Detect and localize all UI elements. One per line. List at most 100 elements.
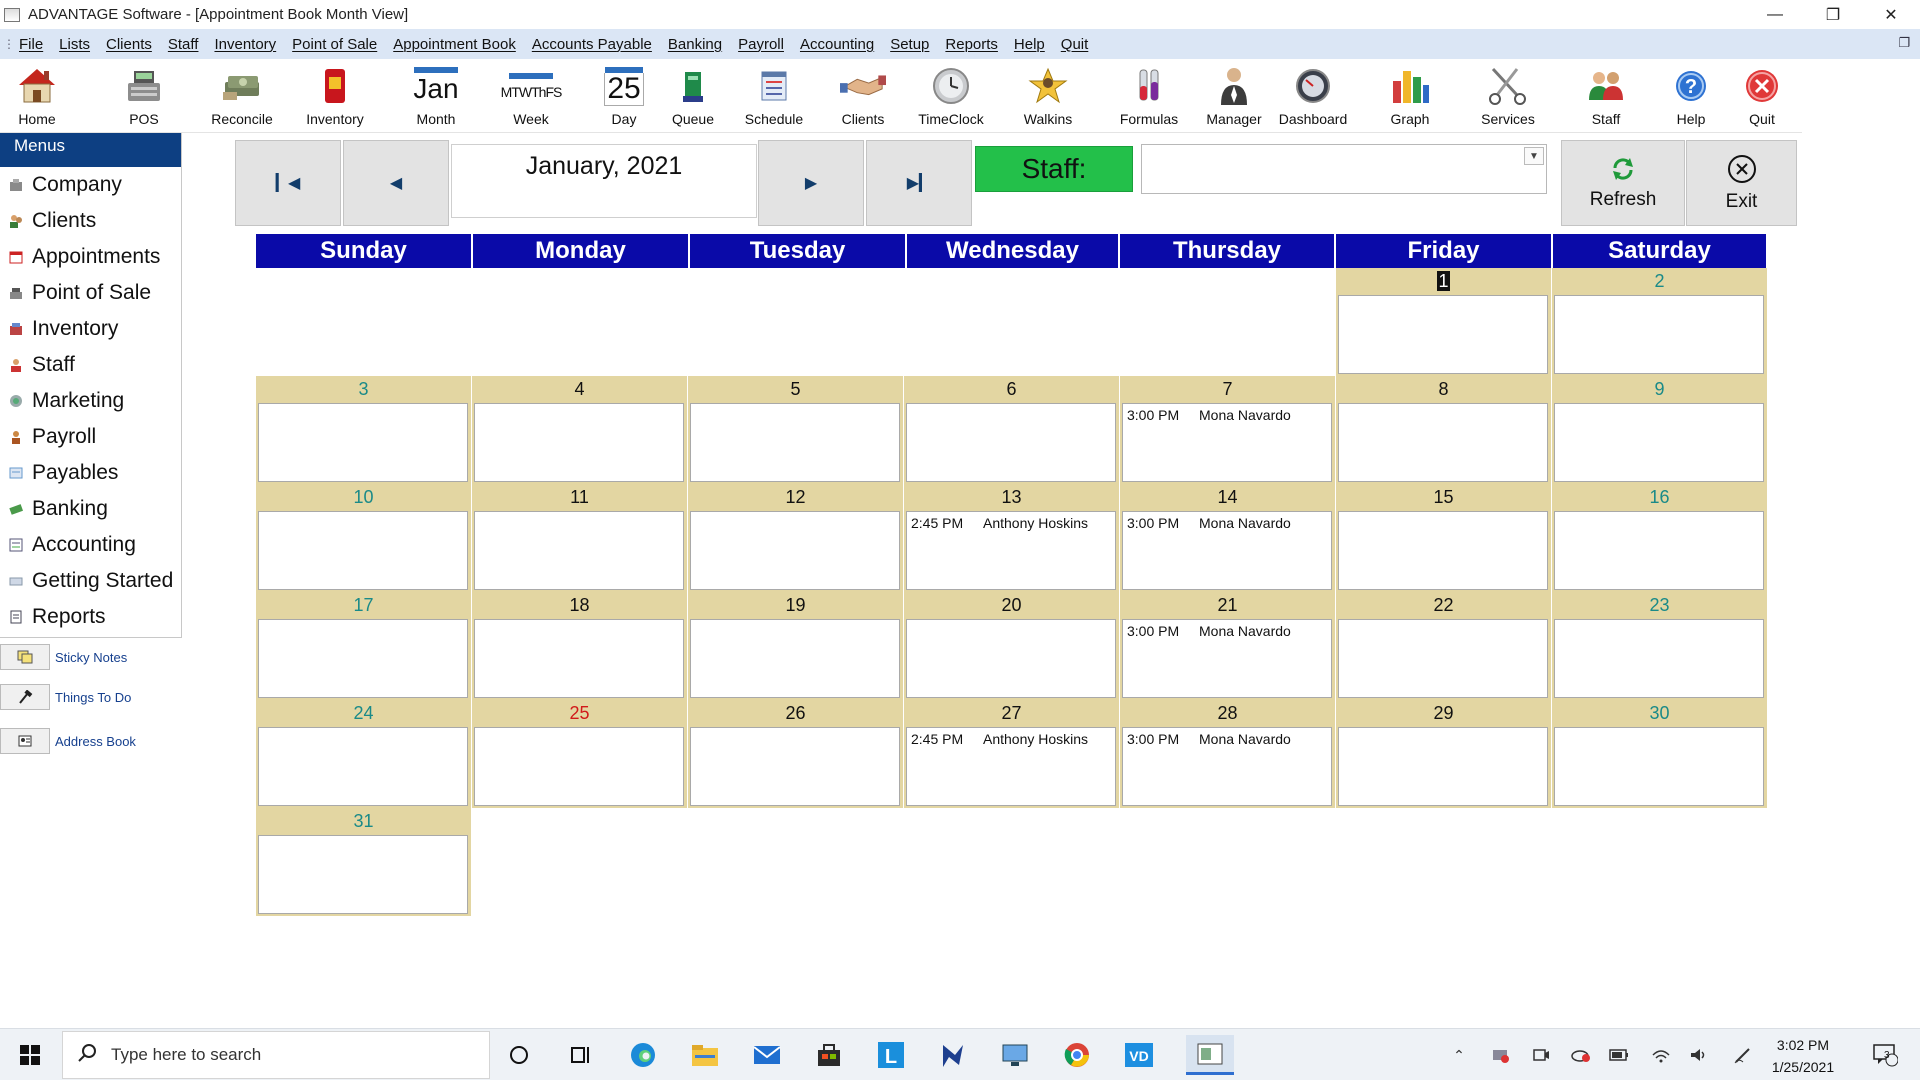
- day-appointments-area[interactable]: [690, 403, 900, 482]
- sidebar-item-getting-started[interactable]: Getting Started: [0, 563, 180, 599]
- sidebar-item-payroll[interactable]: Payroll: [0, 419, 180, 455]
- day-appointments-area[interactable]: [906, 619, 1116, 698]
- day-appointments-area[interactable]: 3:00 PM Mona Navardo: [1122, 403, 1332, 482]
- menu-reports[interactable]: Reports: [937, 36, 1006, 53]
- day-appointments-area[interactable]: [474, 511, 684, 590]
- taskbar-search-input[interactable]: Type here to search: [62, 1031, 490, 1079]
- toolbar-staff-button[interactable]: Staff: [1561, 63, 1651, 131]
- menu-quit[interactable]: Quit: [1053, 36, 1097, 53]
- day-appointments-area[interactable]: [1338, 727, 1548, 806]
- maximize-button[interactable]: ❐: [1804, 0, 1862, 29]
- calendar-day-cell[interactable]: 5: [688, 376, 903, 484]
- menu-staff[interactable]: Staff: [160, 36, 207, 53]
- day-number[interactable]: 24: [256, 700, 471, 727]
- sidebar-item-accounting[interactable]: Accounting: [0, 527, 180, 563]
- day-appointments-area[interactable]: [1338, 511, 1548, 590]
- day-appointments-area[interactable]: [474, 619, 684, 698]
- toolbar-dashboard-button[interactable]: Dashboard: [1268, 63, 1358, 131]
- day-number[interactable]: 21: [1120, 592, 1335, 619]
- day-number[interactable]: 7: [1120, 376, 1335, 403]
- appointment-entry[interactable]: 2:45 PM Anthony Hoskins: [907, 512, 1115, 532]
- day-number[interactable]: 31: [256, 808, 471, 835]
- day-appointments-area[interactable]: [1554, 727, 1764, 806]
- day-number[interactable]: 23: [1552, 592, 1767, 619]
- calendar-day-cell[interactable]: 16: [1552, 484, 1767, 592]
- menu-help[interactable]: Help: [1006, 36, 1053, 53]
- day-appointments-area[interactable]: [258, 511, 468, 590]
- calendar-day-cell[interactable]: 23: [1552, 592, 1767, 700]
- menu-accounting[interactable]: Accounting: [792, 36, 882, 53]
- toolbar-formulas-button[interactable]: Formulas: [1104, 63, 1194, 131]
- calendar-day-cell[interactable]: 21 3:00 PM Mona Navardo: [1120, 592, 1335, 700]
- next-month-button[interactable]: ▶: [758, 140, 864, 226]
- day-number[interactable]: 13: [904, 484, 1119, 511]
- day-number[interactable]: 1: [1336, 268, 1551, 295]
- toolbar-walkins-button[interactable]: Walkins: [1003, 63, 1093, 131]
- day-appointments-area[interactable]: [1338, 295, 1548, 374]
- day-appointments-area[interactable]: 2:45 PM Anthony Hoskins: [906, 727, 1116, 806]
- mail-icon[interactable]: [751, 1039, 783, 1071]
- calendar-day-cell[interactable]: 31: [256, 808, 471, 916]
- toolbar-clients-button[interactable]: Clients: [818, 63, 908, 131]
- sidebar-item-inventory[interactable]: Inventory: [0, 311, 180, 347]
- day-appointments-area[interactable]: [1338, 619, 1548, 698]
- menu-inventory[interactable]: Inventory: [206, 36, 284, 53]
- calendar-day-cell[interactable]: 15: [1336, 484, 1551, 592]
- calendar-day-cell[interactable]: 22: [1336, 592, 1551, 700]
- calendar-day-cell[interactable]: 27 2:45 PM Anthony Hoskins: [904, 700, 1119, 808]
- sidebar-item-reports[interactable]: Reports: [0, 599, 180, 635]
- day-appointments-area[interactable]: 3:00 PM Mona Navardo: [1122, 511, 1332, 590]
- calendar-day-cell[interactable]: 12: [688, 484, 903, 592]
- restore-child-icon[interactable]: ❐: [1898, 35, 1910, 51]
- calendar-day-cell[interactable]: 11: [472, 484, 687, 592]
- calendar-day-cell[interactable]: 6: [904, 376, 1119, 484]
- day-number[interactable]: 25: [472, 700, 687, 727]
- advantage-app-taskbar-icon[interactable]: [1186, 1035, 1234, 1075]
- day-number[interactable]: 12: [688, 484, 903, 511]
- day-number[interactable]: 6: [904, 376, 1119, 403]
- toolbar-manager-button[interactable]: Manager: [1189, 63, 1279, 131]
- day-number[interactable]: 17: [256, 592, 471, 619]
- windows-start-icon[interactable]: [14, 1039, 46, 1071]
- menu-appointment-book[interactable]: Appointment Book: [385, 36, 524, 53]
- day-number[interactable]: 20: [904, 592, 1119, 619]
- day-number[interactable]: 29: [1336, 700, 1551, 727]
- chevron-down-icon[interactable]: ▼: [1524, 147, 1544, 165]
- tray-wifi-icon[interactable]: [1650, 1045, 1672, 1065]
- day-number[interactable]: 3: [256, 376, 471, 403]
- day-appointments-area[interactable]: [258, 727, 468, 806]
- toolbar-week-button[interactable]: MTWThFS Week: [486, 63, 576, 131]
- toolbar-graph-button[interactable]: Graph: [1365, 63, 1455, 131]
- app-monitor-icon[interactable]: [999, 1039, 1031, 1071]
- day-number[interactable]: 28: [1120, 700, 1335, 727]
- calendar-day-cell[interactable]: 18: [472, 592, 687, 700]
- day-number[interactable]: 9: [1552, 376, 1767, 403]
- store-bag-icon[interactable]: [813, 1039, 845, 1071]
- close-button[interactable]: ✕: [1862, 0, 1920, 29]
- tray-battery-icon[interactable]: [1608, 1045, 1630, 1065]
- calendar-day-cell[interactable]: 1: [1336, 268, 1551, 376]
- menu-point-of-sale[interactable]: Point of Sale: [284, 36, 385, 53]
- toolbar-quit-button[interactable]: Quit: [1717, 63, 1807, 131]
- edge-browser-icon[interactable]: [627, 1039, 659, 1071]
- first-month-button[interactable]: ▎◀: [235, 140, 341, 226]
- cortana-icon[interactable]: [503, 1039, 535, 1071]
- sidebar-item-banking[interactable]: Banking: [0, 491, 180, 527]
- day-number[interactable]: 10: [256, 484, 471, 511]
- last-month-button[interactable]: ▶▎: [866, 140, 972, 226]
- day-number[interactable]: 18: [472, 592, 687, 619]
- refresh-button[interactable]: Refresh: [1561, 140, 1685, 226]
- calendar-day-cell[interactable]: 30: [1552, 700, 1767, 808]
- menu-accounts-payable[interactable]: Accounts Payable: [524, 36, 660, 53]
- day-appointments-area[interactable]: [906, 403, 1116, 482]
- day-number[interactable]: 8: [1336, 376, 1551, 403]
- day-number[interactable]: 22: [1336, 592, 1551, 619]
- calendar-day-cell[interactable]: 10: [256, 484, 471, 592]
- sidebar-item-point-of-sale[interactable]: Point of Sale: [0, 275, 180, 311]
- day-appointments-area[interactable]: [474, 403, 684, 482]
- task-view-icon[interactable]: [565, 1039, 597, 1071]
- app-l-icon[interactable]: L: [875, 1039, 907, 1071]
- day-number[interactable]: 5: [688, 376, 903, 403]
- menu-setup[interactable]: Setup: [882, 36, 937, 53]
- calendar-day-cell[interactable]: 4: [472, 376, 687, 484]
